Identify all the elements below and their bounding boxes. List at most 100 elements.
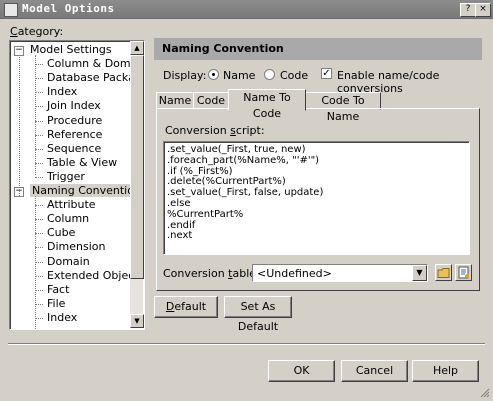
tree-connector bbox=[35, 261, 43, 263]
tree-connector bbox=[35, 275, 43, 277]
tree-item-label: Column bbox=[47, 212, 90, 226]
tree-item-label: Database Packag bbox=[47, 71, 142, 85]
tree-connector bbox=[35, 55, 36, 175]
tree-connector bbox=[35, 162, 43, 164]
resize-grip[interactable] bbox=[480, 388, 490, 398]
tree-item[interactable]: Model Settings bbox=[30, 43, 112, 57]
category-label-hotkey: C bbox=[10, 25, 18, 38]
script-line: .endif bbox=[167, 219, 196, 231]
scroll-thumb[interactable] bbox=[130, 55, 144, 279]
tree-connector bbox=[35, 233, 43, 235]
tree-item[interactable]: Trigger bbox=[47, 170, 85, 184]
panel-header: Naming Convention bbox=[154, 38, 482, 60]
tree-item-label: File bbox=[47, 296, 66, 310]
tree-item[interactable]: Attribute bbox=[47, 198, 96, 212]
tree-item-label: Index bbox=[47, 310, 78, 324]
set-as-default-button[interactable]: Set As Default bbox=[224, 296, 292, 333]
browse-button[interactable] bbox=[435, 264, 452, 281]
tree-connector bbox=[35, 303, 43, 305]
script-line: %CurrentPart% bbox=[167, 208, 244, 220]
folder-icon bbox=[437, 268, 450, 278]
script-line: .foreach_part(%Name%, "'#'") bbox=[167, 154, 320, 166]
tree-connector bbox=[35, 64, 43, 66]
window-title: Model Options bbox=[22, 2, 115, 15]
title-help-button[interactable]: ? bbox=[460, 3, 476, 17]
ok-button[interactable]: OK bbox=[268, 360, 335, 382]
tree-scrollbar[interactable]: ▲ ▼ bbox=[130, 41, 144, 328]
conversion-table-value: <Undefined> bbox=[257, 267, 332, 280]
tree-connector bbox=[35, 176, 43, 178]
tree-item-label: Trigger bbox=[47, 169, 85, 183]
tree-connector bbox=[35, 92, 43, 94]
chevron-down-icon[interactable]: ▼ bbox=[412, 265, 427, 281]
script-label-prefix: Conversion bbox=[165, 124, 231, 137]
name-radio-label[interactable]: Name bbox=[223, 69, 255, 82]
app-icon bbox=[4, 3, 18, 17]
tree-connector bbox=[19, 55, 20, 196]
scroll-down-button[interactable]: ▼ bbox=[130, 314, 144, 328]
tree-item[interactable]: Extended Object bbox=[47, 269, 139, 283]
tree-connector bbox=[35, 289, 43, 291]
tree-item[interactable]: Index bbox=[47, 311, 77, 325]
default-button-label: efault bbox=[174, 300, 207, 313]
display-label: Display: bbox=[163, 69, 207, 82]
tree-item-label: Sequence bbox=[47, 141, 102, 155]
tree-item[interactable]: Database Packag bbox=[47, 71, 142, 85]
tree-item-label: Procedure bbox=[47, 113, 103, 127]
conversion-table-label: Conversion table: bbox=[163, 267, 260, 280]
category-label-text: ategory: bbox=[17, 25, 64, 38]
category-tree[interactable]: Model Settings − Column & Domain Database P… bbox=[9, 40, 145, 330]
tree-connector bbox=[35, 134, 43, 136]
tree-connector bbox=[35, 247, 43, 249]
tree-item[interactable]: Index bbox=[47, 85, 77, 99]
properties-icon bbox=[458, 266, 469, 279]
cancel-button[interactable]: Cancel bbox=[341, 360, 408, 382]
tree-item-label: Join Index bbox=[47, 99, 101, 113]
tree-item-label: Dimension bbox=[47, 240, 106, 254]
tree-item[interactable]: Procedure bbox=[47, 114, 102, 128]
tree-item-label: Naming Convention bbox=[30, 184, 143, 197]
enable-conversions-checkbox[interactable]: ✓ bbox=[321, 68, 332, 79]
tree-item[interactable]: File bbox=[47, 297, 65, 311]
tree-item[interactable]: Reference bbox=[47, 128, 102, 142]
tree-item[interactable]: Sequence bbox=[47, 142, 101, 156]
tree-item[interactable]: Fact bbox=[47, 283, 69, 297]
script-line: .next bbox=[167, 230, 193, 242]
close-button[interactable]: × bbox=[475, 3, 491, 17]
tree-item[interactable]: Cube bbox=[47, 226, 75, 240]
tree-item-label: Table & View bbox=[47, 155, 118, 169]
default-button[interactable]: Default bbox=[154, 296, 218, 318]
conversion-script-editor[interactable]: .set_value(_First, true, new) .foreach_pa… bbox=[163, 141, 470, 255]
tree-item[interactable]: Table & View bbox=[47, 156, 117, 170]
name-radio[interactable] bbox=[208, 69, 219, 80]
tree-connector bbox=[35, 106, 43, 108]
tree-item[interactable]: Join Index bbox=[47, 99, 101, 113]
tree-connector bbox=[35, 78, 43, 80]
tree-item[interactable]: Dimension bbox=[47, 240, 105, 254]
tree-connector bbox=[35, 196, 36, 329]
scroll-up-button[interactable]: ▲ bbox=[130, 41, 144, 55]
code-radio[interactable] bbox=[264, 69, 275, 80]
tree-item[interactable]: Column bbox=[47, 212, 89, 226]
tree-item-label: Reference bbox=[47, 127, 103, 141]
tree-item[interactable]: Domain bbox=[47, 255, 90, 269]
code-radio-label[interactable]: Code bbox=[280, 69, 308, 82]
tree-connector bbox=[35, 317, 43, 319]
tree-item-label: Fact bbox=[47, 282, 70, 296]
divider bbox=[8, 343, 485, 345]
tree-connector bbox=[35, 120, 43, 122]
script-label-rest: cript: bbox=[235, 124, 265, 137]
conversion-table-select[interactable]: <Undefined> ▼ bbox=[252, 264, 428, 282]
tree-item-label: Index bbox=[47, 85, 78, 99]
properties-button[interactable] bbox=[455, 264, 472, 281]
tree-connector bbox=[35, 205, 43, 207]
script-line: .set_value(_First, false, update) bbox=[167, 187, 324, 199]
tab-name-to-code[interactable]: Name To Code bbox=[228, 89, 306, 120]
help-button[interactable]: Help bbox=[412, 360, 479, 382]
category-label: Category: bbox=[10, 25, 63, 38]
tree-item-label: Cube bbox=[47, 226, 76, 240]
conversion-script-label: Conversion script: bbox=[165, 124, 265, 137]
tree-item[interactable]: Naming Convention bbox=[30, 184, 143, 198]
tree-item-label: Extended Object bbox=[47, 268, 139, 282]
table-label-prefix: Conversion bbox=[163, 267, 229, 280]
